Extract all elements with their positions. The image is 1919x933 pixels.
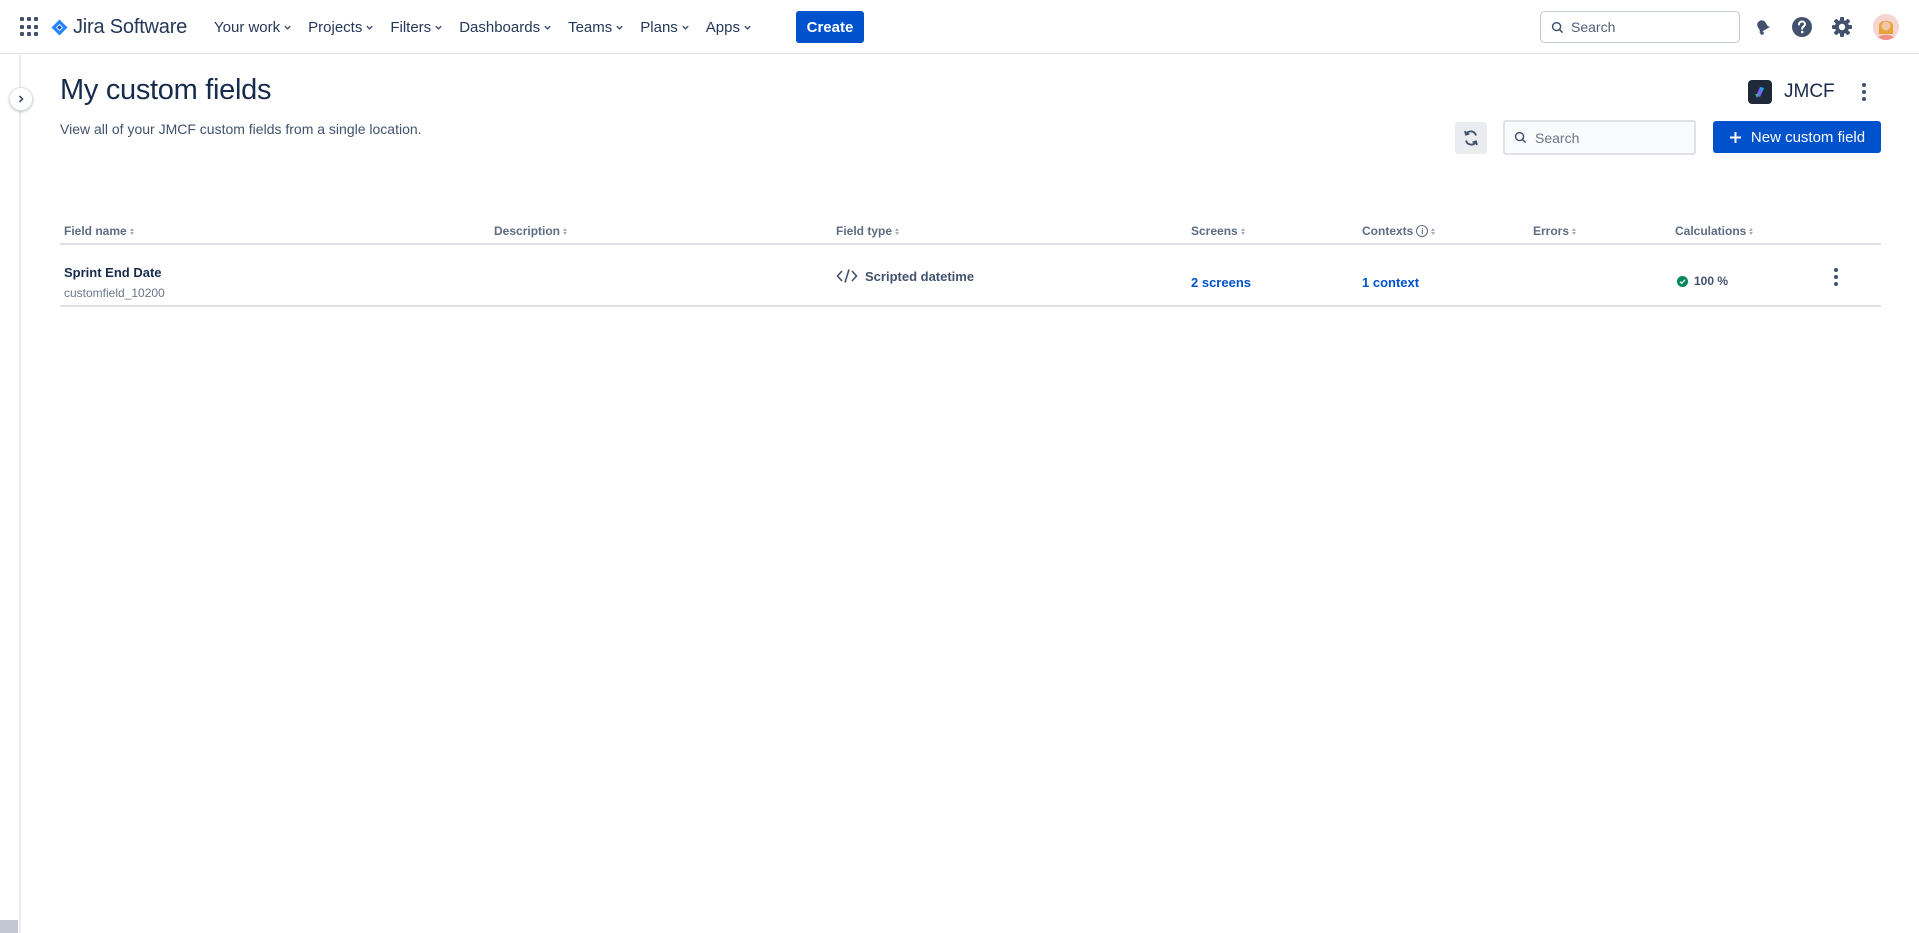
column-label: Calculations xyxy=(1675,224,1747,238)
nav-item-label: Teams xyxy=(568,18,613,36)
nav-item-label: Filters xyxy=(390,18,432,36)
custom-fields-table: Field name Description Field type Screen… xyxy=(60,219,1881,307)
field-type: Scripted datetime xyxy=(836,268,974,284)
table-row: Sprint End Date customfield_10200 Script… xyxy=(60,245,1881,307)
nav-your-work[interactable]: Your work xyxy=(206,13,300,41)
nav-dashboards[interactable]: Dashboards xyxy=(451,13,560,41)
column-header-description[interactable]: Description xyxy=(494,224,568,238)
more-options-icon[interactable] xyxy=(1856,80,1872,104)
help-icon[interactable] xyxy=(1790,15,1814,39)
column-header-errors[interactable]: Errors xyxy=(1533,224,1577,238)
chevron-down-icon xyxy=(744,25,751,30)
chevron-down-icon xyxy=(435,25,442,30)
column-header-screens[interactable]: Screens xyxy=(1191,224,1245,238)
nav-filters[interactable]: Filters xyxy=(382,13,451,41)
field-key: customfield_10200 xyxy=(64,286,165,300)
check-circle-icon xyxy=(1677,275,1688,287)
column-header-field-name[interactable]: Field name xyxy=(64,224,134,238)
contexts-link[interactable]: 1 context xyxy=(1362,275,1419,290)
page-subtitle: View all of your JMCF custom fields from… xyxy=(60,121,422,137)
brand-name: JMCF xyxy=(1784,81,1835,102)
jmcf-brand: JMCF xyxy=(1748,80,1835,104)
code-icon xyxy=(836,269,858,283)
chevron-down-icon xyxy=(544,25,551,30)
chevron-right-icon xyxy=(18,95,24,103)
chevron-down-icon xyxy=(682,25,689,30)
search-icon xyxy=(1551,21,1564,33)
calculations-status: 100 % xyxy=(1677,274,1728,288)
jira-logo[interactable]: Jira Software xyxy=(51,14,187,40)
column-label: Field type xyxy=(836,224,893,238)
chevron-down-icon xyxy=(616,25,623,30)
chevron-down-icon xyxy=(366,25,374,30)
global-search[interactable] xyxy=(1540,11,1740,43)
refresh-icon xyxy=(1464,130,1478,146)
avatar-image xyxy=(1873,14,1899,40)
column-label: Field name xyxy=(64,224,127,238)
jmcf-logo-icon xyxy=(1748,80,1772,104)
window-corner xyxy=(0,920,18,933)
column-header-calculations[interactable]: Calculations xyxy=(1675,224,1754,238)
custom-fields-search[interactable] xyxy=(1503,120,1696,155)
chevron-down-icon xyxy=(284,25,291,30)
expand-sidebar-button[interactable] xyxy=(9,87,33,111)
custom-fields-search-input[interactable] xyxy=(1535,129,1685,146)
global-search-input[interactable] xyxy=(1571,19,1731,35)
product-name: Jira Software xyxy=(73,15,188,38)
info-icon[interactable]: i xyxy=(1416,225,1429,237)
jira-diamond-icon xyxy=(51,19,68,35)
refresh-button[interactable] xyxy=(1455,122,1487,154)
column-header-contexts[interactable]: Contexts i xyxy=(1362,224,1436,238)
plus-icon xyxy=(1729,131,1741,143)
field-name[interactable]: Sprint End Date xyxy=(64,265,162,280)
page-title: My custom fields xyxy=(60,74,272,106)
calculations-value: 100 % xyxy=(1694,274,1729,288)
primary-nav: Your work Projects Filters Dashboards Te… xyxy=(206,13,760,41)
column-label: Errors xyxy=(1533,224,1570,238)
search-icon xyxy=(1514,131,1527,144)
column-label: Description xyxy=(494,224,561,238)
sort-icon xyxy=(129,227,134,235)
sort-icon xyxy=(1431,227,1436,235)
nav-item-label: Your work xyxy=(214,18,281,36)
create-button[interactable]: Create xyxy=(796,11,864,43)
notifications-icon[interactable] xyxy=(1751,15,1775,39)
column-header-field-type[interactable]: Field type xyxy=(836,224,900,238)
nav-item-label: Apps xyxy=(705,18,740,36)
nav-plans[interactable]: Plans xyxy=(632,13,698,41)
sort-icon xyxy=(563,227,568,235)
app-switcher-icon[interactable] xyxy=(20,17,40,37)
sort-icon xyxy=(1572,227,1577,235)
field-type-label: Scripted datetime xyxy=(865,268,975,284)
settings-icon[interactable] xyxy=(1830,15,1854,39)
table-header: Field name Description Field type Screen… xyxy=(60,219,1881,245)
screens-link[interactable]: 2 screens xyxy=(1191,275,1251,290)
nav-teams[interactable]: Teams xyxy=(560,13,632,41)
new-custom-field-label: New custom field xyxy=(1750,128,1866,146)
nav-projects[interactable]: Projects xyxy=(300,13,382,41)
top-navigation: Jira Software Your work Projects Filters… xyxy=(0,0,1919,54)
new-custom-field-button[interactable]: New custom field xyxy=(1713,121,1881,153)
sort-icon xyxy=(895,227,900,235)
sidebar-collapsed xyxy=(19,55,21,933)
column-label: Contexts xyxy=(1362,224,1414,238)
avatar[interactable] xyxy=(1873,14,1899,40)
row-more-options-icon[interactable] xyxy=(1828,265,1844,289)
nav-item-label: Dashboards xyxy=(459,18,541,36)
nav-item-label: Plans xyxy=(640,18,678,36)
nav-apps[interactable]: Apps xyxy=(698,13,760,41)
column-label: Screens xyxy=(1191,224,1238,238)
sort-icon xyxy=(1749,227,1754,235)
sort-icon xyxy=(1240,227,1245,235)
nav-item-label: Projects xyxy=(308,18,363,36)
